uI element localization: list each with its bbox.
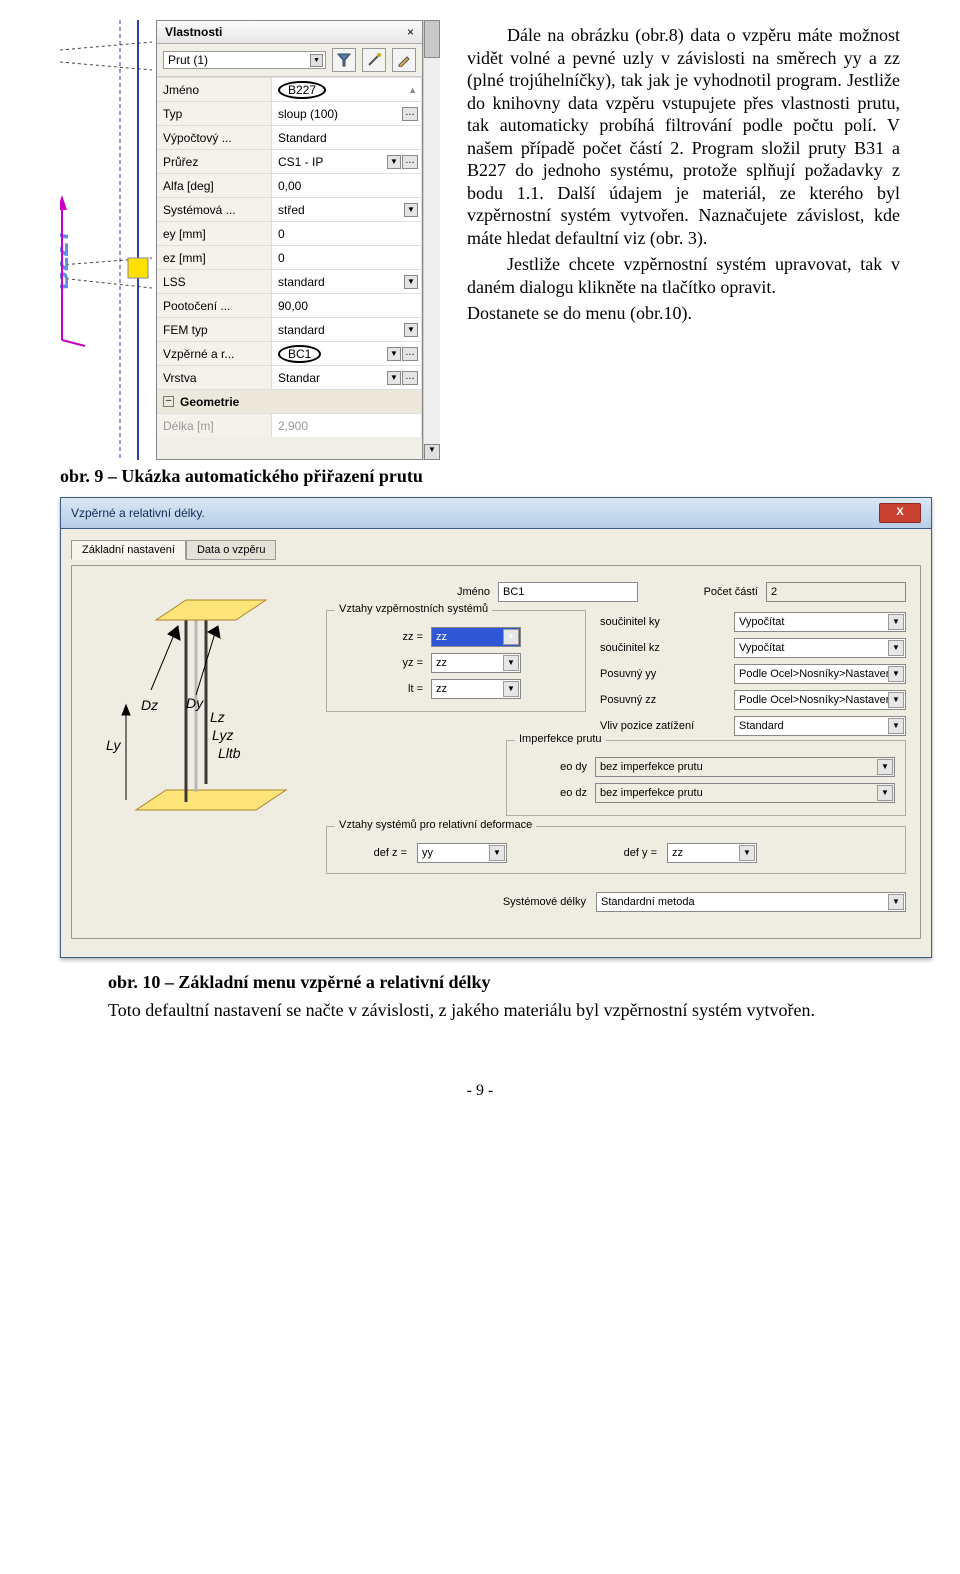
group-deformace: Vztahy systémů pro relativní deformace d… xyxy=(326,826,906,874)
input-jmeno[interactable]: BC1 xyxy=(498,582,638,602)
chevron-down-icon: ▼ xyxy=(888,666,904,682)
bottom-paragraph: Toto defaultní nastavení se načte v závi… xyxy=(108,999,880,1022)
prop-value-vrstva[interactable]: Standar▼… xyxy=(272,365,422,389)
chevron-down-icon: ▼ xyxy=(888,894,904,910)
svg-text:Ly: Ly xyxy=(106,737,122,753)
panel-title: Vlastnosti xyxy=(165,25,222,39)
select-posyy[interactable]: Podle Ocel>Nosníky>Nastavení▼ xyxy=(734,664,906,684)
properties-grid: Jméno B227▲ Typ sloup (100)… Výpočtový .… xyxy=(157,77,422,437)
chevron-down-icon: ▼ xyxy=(739,845,755,861)
chevron-down-icon: ▼ xyxy=(888,692,904,708)
chevron-down-icon: ▼ xyxy=(888,640,904,656)
panel-scrollbar[interactable]: ▼ xyxy=(423,20,440,460)
prop-value-alfa[interactable]: 0,00 xyxy=(272,173,422,197)
structure-wire-diagram: B227 xyxy=(60,20,152,460)
chevron-down-icon: ▼ xyxy=(877,759,893,775)
group-vztahy: Vztahy vzpěrnostních systémů zz =zz▼ yz … xyxy=(326,610,586,712)
prop-value-lss[interactable]: standard▼ xyxy=(272,269,422,293)
svg-text:Lltb: Lltb xyxy=(218,745,241,761)
select-yz[interactable]: zz▼ xyxy=(431,653,521,673)
chevron-down-icon[interactable]: ▼ xyxy=(387,347,401,361)
select-zz[interactable]: zz▼ xyxy=(431,627,521,647)
prop-value-ey[interactable]: 0 xyxy=(272,221,422,245)
buckling-dialog: Vzpěrné a relativní délky. X Základní na… xyxy=(60,497,932,958)
group-imperfekce: Imperfekce prutu eo dybez imperfekce pru… xyxy=(506,740,906,816)
prop-value-vypoctovy[interactable]: Standard xyxy=(272,125,422,149)
select-poszz[interactable]: Podle Ocel>Nosníky>Nastavení▼ xyxy=(734,690,906,710)
prop-value-jmeno[interactable]: B227▲ xyxy=(272,77,422,101)
scroll-down-arrow-icon[interactable]: ▼ xyxy=(424,444,440,460)
select-eody[interactable]: bez imperfekce prutu▼ xyxy=(595,757,895,777)
chevron-down-icon: ▼ xyxy=(888,614,904,630)
figure-caption-10: obr. 10 – Základní menu vzpěrné a relati… xyxy=(108,972,900,993)
group-geometrie[interactable]: –Geometrie xyxy=(157,389,422,413)
prop-value-femtyp[interactable]: standard▼ xyxy=(272,317,422,341)
svg-text:Dy: Dy xyxy=(186,695,204,711)
select-defz[interactable]: yy▼ xyxy=(417,843,507,863)
filter-icon[interactable] xyxy=(332,48,356,72)
wand-icon[interactable] xyxy=(362,48,386,72)
label-pocet: Počet částí xyxy=(646,586,758,598)
chevron-down-icon: ▼ xyxy=(503,681,519,697)
svg-text:Dz: Dz xyxy=(141,697,158,713)
label-sysdelky: Systémové délky xyxy=(326,896,586,908)
ellipsis-icon[interactable]: … xyxy=(402,371,418,385)
close-icon[interactable]: × xyxy=(407,25,414,39)
prop-value-systemova[interactable]: střed▼ xyxy=(272,197,422,221)
dialog-title: Vzpěrné a relativní délky. xyxy=(71,506,205,520)
select-vliv[interactable]: Standard▼ xyxy=(734,716,906,736)
ellipsis-icon[interactable]: … xyxy=(402,155,418,169)
prop-value-pootoceni[interactable]: 90,00 xyxy=(272,293,422,317)
svg-text:Lz: Lz xyxy=(210,709,225,725)
chevron-down-icon[interactable]: ▼ xyxy=(387,155,401,169)
chevron-down-icon[interactable]: ▼ xyxy=(404,323,418,337)
select-ky[interactable]: Vypočítat▼ xyxy=(734,612,906,632)
element-selector[interactable]: Prut (1)▼ xyxy=(163,51,326,69)
select-sysdelky[interactable]: Standardní metoda▼ xyxy=(596,892,906,912)
collapse-icon[interactable]: – xyxy=(163,396,174,407)
ellipsis-icon[interactable]: … xyxy=(402,347,418,361)
prop-value-prurez[interactable]: CS1 - IP▼… xyxy=(272,149,422,173)
chevron-down-icon: ▼ xyxy=(489,845,505,861)
chevron-down-icon: ▼ xyxy=(877,785,893,801)
prop-label: Jméno xyxy=(157,77,272,101)
tab-basic-settings[interactable]: Základní nastavení xyxy=(71,540,186,560)
prop-value-vzperne[interactable]: BC1▼… xyxy=(272,341,422,365)
chevron-down-icon[interactable]: ▼ xyxy=(404,275,418,289)
edit-icon[interactable] xyxy=(392,48,416,72)
select-eodz[interactable]: bez imperfekce prutu▼ xyxy=(595,783,895,803)
ellipsis-icon[interactable]: … xyxy=(402,107,418,121)
prop-value-typ[interactable]: sloup (100)… xyxy=(272,101,422,125)
label-jmeno: Jméno xyxy=(326,586,490,598)
tab-buckling-data[interactable]: Data o vzpěru xyxy=(186,540,276,560)
figure-caption-9: obr. 9 – Ukázka automatického přiřazení … xyxy=(60,466,900,487)
buckling-axes-diagram: Ly Dz Dy Lz Lyz Lltb xyxy=(86,580,308,840)
select-lt[interactable]: zz▼ xyxy=(431,679,521,699)
chevron-down-icon[interactable]: ▼ xyxy=(387,371,401,385)
scroll-thumb[interactable] xyxy=(424,20,440,58)
chevron-down-icon: ▼ xyxy=(503,629,519,645)
input-pocet: 2 xyxy=(766,582,906,602)
chevron-down-icon: ▼ xyxy=(888,718,904,734)
select-defy[interactable]: zz▼ xyxy=(667,843,757,863)
properties-panel: Vlastnosti × Prut (1)▼ Jméno B227 xyxy=(156,20,423,460)
prop-value-ez[interactable]: 0 xyxy=(272,245,422,269)
close-button[interactable]: X xyxy=(879,503,921,523)
chevron-down-icon: ▼ xyxy=(310,54,323,67)
body-text: Dále na obrázku (obr.8) data o vzpěru má… xyxy=(467,20,900,329)
chevron-down-icon: ▼ xyxy=(503,655,519,671)
prop-value-delka: 2,900 xyxy=(272,413,422,437)
page-number: - 9 - xyxy=(60,1082,900,1100)
chevron-down-icon[interactable]: ▼ xyxy=(404,203,418,217)
select-kz[interactable]: Vypočítat▼ xyxy=(734,638,906,658)
svg-text:Lyz: Lyz xyxy=(212,727,234,743)
